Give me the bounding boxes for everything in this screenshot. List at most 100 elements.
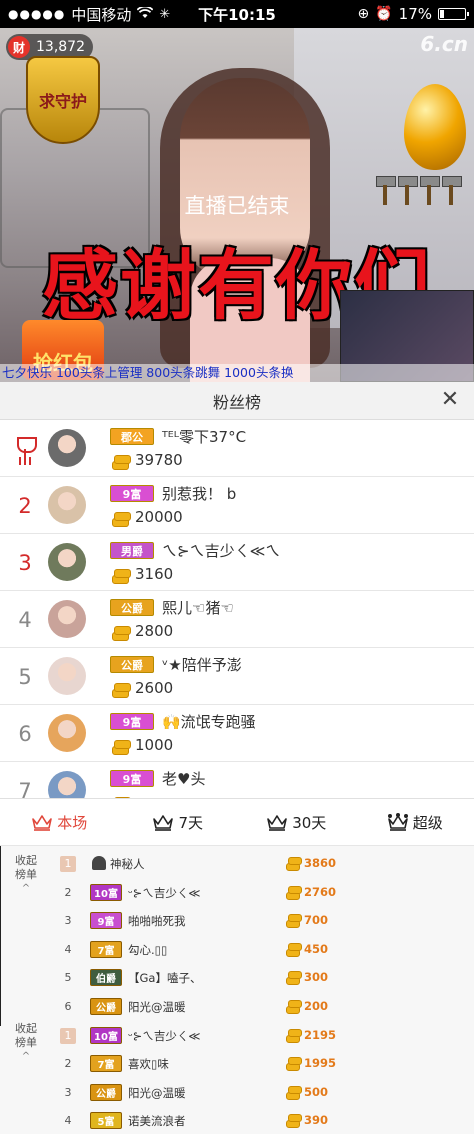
user-name: 阳光@温暖 [128, 1000, 186, 1014]
avatar[interactable] [48, 771, 86, 798]
user-name: 啪啪啪死我 [128, 914, 186, 929]
contribution-row[interactable]: 1 神秘人 3860 [52, 850, 474, 878]
fan-row[interactable]: 6 9富 🙌流氓专跑骚 1000 [0, 705, 474, 762]
level-badge: 10富 [90, 1026, 122, 1044]
rank-number: 6 [64, 1000, 72, 1013]
announcement-ticker: 七夕快乐 100头条上管理 800头条跳舞 1000头条换 [0, 364, 474, 382]
fan-row[interactable]: 郡公 ᵀᴱᴸ零下37°C 39780 [0, 420, 474, 477]
contribution-row[interactable]: 1 10富 ᵕ⊱ㄟ吉少ㄑ≪ 2195 [52, 1022, 474, 1050]
rank-number: 3 [64, 914, 72, 928]
chevron-up-icon: ^ [21, 1051, 31, 1062]
coin-icon [286, 884, 302, 900]
site-logo: 6.cn [420, 32, 468, 56]
level-badge: 9富 [110, 770, 154, 787]
avatar[interactable] [48, 657, 86, 695]
amount: 300 [304, 970, 329, 985]
collapse-label: 收起 [15, 1022, 37, 1035]
wealth-icon: 财 [8, 36, 30, 58]
coin-icon [112, 453, 131, 470]
collapse-list-button[interactable]: 收起 榜单 ^ [0, 854, 52, 896]
level-badge: 5富 [90, 1112, 122, 1130]
tab-2[interactable]: 30天 [237, 799, 356, 845]
collapse-list-button[interactable]: 收起 榜单 ^ [0, 1022, 52, 1064]
fan-row[interactable]: 2 9富 别惹我！ b 20000 [0, 477, 474, 534]
live-video[interactable]: 财 13,872 6.cn 求守护 直播已结束 感谢有你们 抢红包 七夕快乐 1… [0, 28, 474, 382]
coin-icon [112, 567, 131, 584]
tab-3[interactable]: 超级 [356, 799, 474, 845]
fan-row[interactable]: 4 公爵 熙儿☜猪☜ 2800 [0, 591, 474, 648]
amount: 2195 [304, 1027, 337, 1042]
rank-cell: 7 [10, 762, 40, 799]
avatar[interactable] [48, 600, 86, 638]
level-badge: 公爵 [90, 998, 122, 1015]
app-root: ●●●●● 中国移动 ✳ 下午10:15 ⊕ ⏰ 17% 财 13,872 6.… [0, 0, 474, 1134]
trophy-icon [14, 436, 37, 461]
amount: 390 [304, 1113, 329, 1128]
mystery-user-icon [92, 856, 106, 870]
user-name: 诺美流浪者 [128, 1114, 186, 1129]
rank-cell: 3 [10, 534, 40, 591]
collapse-label: 榜单 [15, 1036, 37, 1049]
fan-row[interactable]: 3 男爵 ㄟ⊱ㄟ吉少ㄑ≪ㄟ 3160 [0, 534, 474, 591]
contribution-row[interactable]: 2 10富 ᵕ⊱ㄟ吉少ㄑ≪ 2760 [52, 879, 474, 907]
tab-0[interactable]: 本场 [0, 799, 119, 845]
rank-number: 4 [64, 942, 72, 956]
avatar[interactable] [48, 714, 86, 752]
tab-label: 超级 [412, 813, 443, 832]
coin-icon [286, 1112, 302, 1129]
fan-amount: 2600 [135, 679, 174, 697]
stream-ended-label: 直播已结束 [184, 194, 290, 218]
collapse-label: 收起 [15, 854, 37, 867]
viewer-count: 13,872 [36, 39, 85, 55]
rank-number: 4 [18, 607, 32, 632]
rank-number: 4 [64, 1114, 72, 1128]
contribution-row[interactable]: 3 9富 啪啪啪死我 700 [52, 907, 474, 935]
contribution-row[interactable]: 3 公爵 阳光@温暖 500 [52, 1079, 474, 1107]
fans-panel-title: 粉丝榜 [212, 392, 261, 412]
rank-number: 2 [64, 1057, 72, 1071]
coin-icon [286, 1055, 302, 1072]
fan-amount: 3160 [135, 565, 174, 583]
rank-cell: 5 [10, 648, 40, 705]
guard-button[interactable]: 求守护 [26, 56, 100, 144]
close-icon[interactable]: ✕ [440, 389, 460, 411]
fan-row[interactable]: 5 公爵 ᵛ★陪伴予澎 2600 [0, 648, 474, 705]
contribution-row[interactable]: 6 公爵 阳光@温暖 200 [52, 993, 474, 1021]
tab-label: 本场 [57, 813, 88, 832]
crown-dots-icon [387, 813, 409, 831]
rank-number: 7 [18, 778, 32, 799]
contribution-row[interactable]: 4 5富 诺美流浪者 390 [52, 1107, 474, 1134]
level-badge: 9富 [90, 912, 122, 930]
avatar[interactable] [48, 486, 86, 524]
fan-ranking-list[interactable]: 郡公 ᵀᴱᴸ零下37°C 39780 2 9富 别惹我！ b 20000 3 男… [0, 420, 474, 798]
coin-icon [112, 624, 131, 641]
amount: 500 [304, 1084, 329, 1099]
amount: 450 [304, 941, 329, 956]
fan-row[interactable]: 7 9富 老♥头 [0, 762, 474, 798]
tab-1[interactable]: 7天 [119, 799, 238, 845]
coin-icon [112, 738, 131, 755]
user-name: 阳光@温暖 [128, 1085, 186, 1100]
user-name: ᵕ⊱ㄟ吉少ㄑ≪ [128, 885, 201, 900]
fan-name: 别惹我！ b [162, 485, 237, 503]
crown-outline-icon [31, 813, 53, 831]
rank-number: 1 [60, 1027, 76, 1044]
contribution-row[interactable]: 2 7富 喜欢▯味 1995 [52, 1050, 474, 1078]
rank-cell: 4 [10, 591, 40, 648]
contribution-list[interactable]: 收起 榜单 ^ 收起 榜单 ^ 1 神秘人 3860 2 10富 ᵕ⊱ㄟ吉少ㄑ≪… [0, 846, 474, 1134]
level-badge: 9富 [110, 485, 154, 502]
avatar[interactable] [48, 543, 86, 581]
rank-number: 5 [18, 664, 32, 689]
avatar[interactable] [48, 429, 86, 467]
user-name: 喜欢▯味 [128, 1057, 169, 1072]
coin-icon [286, 941, 302, 957]
coin-icon [286, 1084, 302, 1100]
rank-number: 1 [60, 856, 76, 872]
user-name: ᵕ⊱ㄟ吉少ㄑ≪ [128, 1028, 201, 1043]
contribution-row[interactable]: 4 7富 勾心.▯▯ 450 [52, 936, 474, 964]
contribution-row[interactable]: 5 伯爵 【Ga】嗑子、 300 [52, 964, 474, 992]
user-name: 【Ga】嗑子、 [128, 971, 202, 986]
battery-percent: 17% [398, 5, 432, 23]
level-badge: 公爵 [90, 1083, 122, 1101]
level-badge: 公爵 [110, 656, 154, 673]
